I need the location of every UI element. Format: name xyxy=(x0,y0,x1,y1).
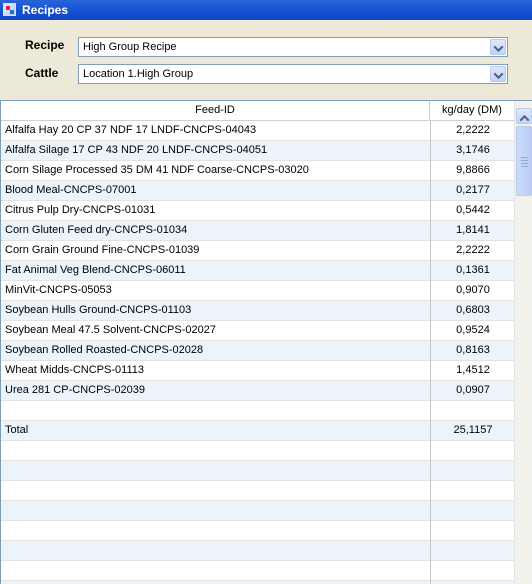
kg-day-cell[interactable] xyxy=(430,521,514,541)
table-row[interactable]: Alfalfa Hay 20 CP 37 NDF 17 LNDF-CNCPS-0… xyxy=(1,121,514,141)
kg-day-cell[interactable] xyxy=(430,561,514,581)
cattle-value: Location 1.High Group xyxy=(83,68,194,80)
feed-id-cell[interactable] xyxy=(5,401,425,420)
table-row[interactable] xyxy=(1,441,514,461)
feed-table: Feed-ID kg/day (DM) Alfalfa Hay 20 CP 37… xyxy=(1,101,514,584)
feed-id-cell[interactable]: MinVit-CNCPS-05053 xyxy=(5,281,425,300)
feed-id-cell[interactable]: Total xyxy=(5,421,425,440)
column-header-kg-day[interactable]: kg/day (DM) xyxy=(430,101,514,120)
kg-day-cell[interactable] xyxy=(430,441,514,461)
table-row[interactable]: Soybean Meal 47.5 Solvent-CNCPS-02027 0,9… xyxy=(1,321,514,341)
table-row[interactable]: Citrus Pulp Dry-CNCPS-01031 0,5442 xyxy=(1,201,514,221)
column-header-feed-id[interactable]: Feed-ID xyxy=(1,101,430,120)
title-bar: Recipes xyxy=(0,0,532,20)
app-icon xyxy=(3,3,16,16)
grip-line xyxy=(521,163,528,164)
table-header: Feed-ID kg/day (DM) xyxy=(1,101,514,121)
table-row[interactable]: Wheat Midds-CNCPS-01113 1,4512 xyxy=(1,361,514,381)
table-row[interactable] xyxy=(1,401,514,421)
chevron-up-icon[interactable] xyxy=(516,108,532,124)
feed-id-cell[interactable]: Alfalfa Hay 20 CP 37 NDF 17 LNDF-CNCPS-0… xyxy=(5,121,425,140)
kg-day-cell[interactable]: 0,6803 xyxy=(430,301,514,321)
feed-id-cell[interactable]: Soybean Meal 47.5 Solvent-CNCPS-02027 xyxy=(5,321,425,340)
grip-line xyxy=(521,160,528,161)
feed-id-cell[interactable] xyxy=(5,561,425,580)
table-row[interactable] xyxy=(1,521,514,541)
table-row[interactable]: Alfalfa Silage 17 CP 43 NDF 20 LNDF-CNCP… xyxy=(1,141,514,161)
feed-id-cell[interactable]: Blood Meal-CNCPS-07001 xyxy=(5,181,425,200)
kg-day-cell[interactable]: 0,0907 xyxy=(430,381,514,401)
selection-form: Recipe High Group Recipe Cattle Location… xyxy=(0,20,532,100)
feed-id-cell[interactable] xyxy=(5,461,425,480)
cattle-label: Cattle xyxy=(25,66,59,80)
chevron-down-icon[interactable] xyxy=(490,39,506,55)
table-row[interactable]: Fat Animal Veg Blend-CNCPS-06011 0,1361 xyxy=(1,261,514,281)
table-row[interactable] xyxy=(1,461,514,481)
table-row[interactable]: Soybean Rolled Roasted-CNCPS-02028 0,8163 xyxy=(1,341,514,361)
feed-id-cell[interactable]: Corn Gluten Feed dry-CNCPS-01034 xyxy=(5,221,425,240)
table-row[interactable]: Total 25,1157 xyxy=(1,421,514,441)
kg-day-cell[interactable] xyxy=(430,541,514,561)
kg-day-cell[interactable]: 0,9524 xyxy=(430,321,514,341)
grip-line xyxy=(521,166,528,167)
recipe-value: High Group Recipe xyxy=(83,41,177,53)
feed-id-cell[interactable]: Corn Silage Processed 35 DM 41 NDF Coars… xyxy=(5,161,425,180)
table-row[interactable]: Corn Gluten Feed dry-CNCPS-01034 1,8141 xyxy=(1,221,514,241)
recipe-combobox[interactable]: High Group Recipe xyxy=(78,37,508,57)
feed-id-cell[interactable]: Alfalfa Silage 17 CP 43 NDF 20 LNDF-CNCP… xyxy=(5,141,425,160)
chevron-down-icon[interactable] xyxy=(490,66,506,82)
feed-id-cell[interactable] xyxy=(5,501,425,520)
kg-day-cell[interactable]: 25,1157 xyxy=(430,421,514,441)
kg-day-cell[interactable]: 0,9070 xyxy=(430,281,514,301)
kg-day-cell[interactable]: 1,8141 xyxy=(430,221,514,241)
scrollbar-thumb[interactable] xyxy=(516,126,532,196)
table-row[interactable]: Corn Grain Ground Fine-CNCPS-01039 2,2222 xyxy=(1,241,514,261)
feed-id-cell[interactable] xyxy=(5,521,425,540)
feed-id-cell[interactable]: Corn Grain Ground Fine-CNCPS-01039 xyxy=(5,241,425,260)
cattle-combobox[interactable]: Location 1.High Group xyxy=(78,64,508,84)
kg-day-cell[interactable]: 0,1361 xyxy=(430,261,514,281)
kg-day-cell[interactable]: 1,4512 xyxy=(430,361,514,381)
recipe-label: Recipe xyxy=(25,38,65,52)
feed-grid[interactable]: Feed-ID kg/day (DM) Alfalfa Hay 20 CP 37… xyxy=(0,100,532,584)
table-row[interactable]: Soybean Hulls Ground-CNCPS-01103 0,6803 xyxy=(1,301,514,321)
feed-id-cell[interactable] xyxy=(5,481,425,500)
grip-line xyxy=(521,157,528,158)
feed-id-cell[interactable] xyxy=(5,541,425,560)
feed-id-cell[interactable]: Soybean Hulls Ground-CNCPS-01103 xyxy=(5,301,425,320)
table-row[interactable]: MinVit-CNCPS-05053 0,9070 xyxy=(1,281,514,301)
kg-day-cell[interactable] xyxy=(430,501,514,521)
kg-day-cell[interactable]: 9,8866 xyxy=(430,161,514,181)
kg-day-cell[interactable] xyxy=(430,401,514,421)
table-row[interactable]: Corn Silage Processed 35 DM 41 NDF Coars… xyxy=(1,161,514,181)
kg-day-cell[interactable]: 2,2222 xyxy=(430,121,514,141)
table-row[interactable] xyxy=(1,481,514,501)
window-title: Recipes xyxy=(22,3,69,17)
kg-day-cell[interactable] xyxy=(430,481,514,501)
table-row[interactable] xyxy=(1,541,514,561)
feed-id-cell[interactable]: Fat Animal Veg Blend-CNCPS-06011 xyxy=(5,261,425,280)
table-row[interactable] xyxy=(1,561,514,581)
feed-id-cell[interactable] xyxy=(5,441,425,460)
kg-day-cell[interactable]: 3,1746 xyxy=(430,141,514,161)
kg-day-cell[interactable]: 0,2177 xyxy=(430,181,514,201)
feed-id-cell[interactable]: Wheat Midds-CNCPS-01113 xyxy=(5,361,425,380)
kg-day-cell[interactable]: 0,8163 xyxy=(430,341,514,361)
kg-day-cell[interactable]: 0,5442 xyxy=(430,201,514,221)
kg-day-cell[interactable] xyxy=(430,461,514,481)
table-row[interactable]: Blood Meal-CNCPS-07001 0,2177 xyxy=(1,181,514,201)
vertical-scrollbar[interactable] xyxy=(514,101,532,584)
feed-id-cell[interactable]: Citrus Pulp Dry-CNCPS-01031 xyxy=(5,201,425,220)
feed-id-cell[interactable]: Soybean Rolled Roasted-CNCPS-02028 xyxy=(5,341,425,360)
feed-id-cell[interactable]: Urea 281 CP-CNCPS-02039 xyxy=(5,381,425,400)
table-row[interactable]: Urea 281 CP-CNCPS-02039 0,0907 xyxy=(1,381,514,401)
kg-day-cell[interactable]: 2,2222 xyxy=(430,241,514,261)
table-row[interactable] xyxy=(1,501,514,521)
